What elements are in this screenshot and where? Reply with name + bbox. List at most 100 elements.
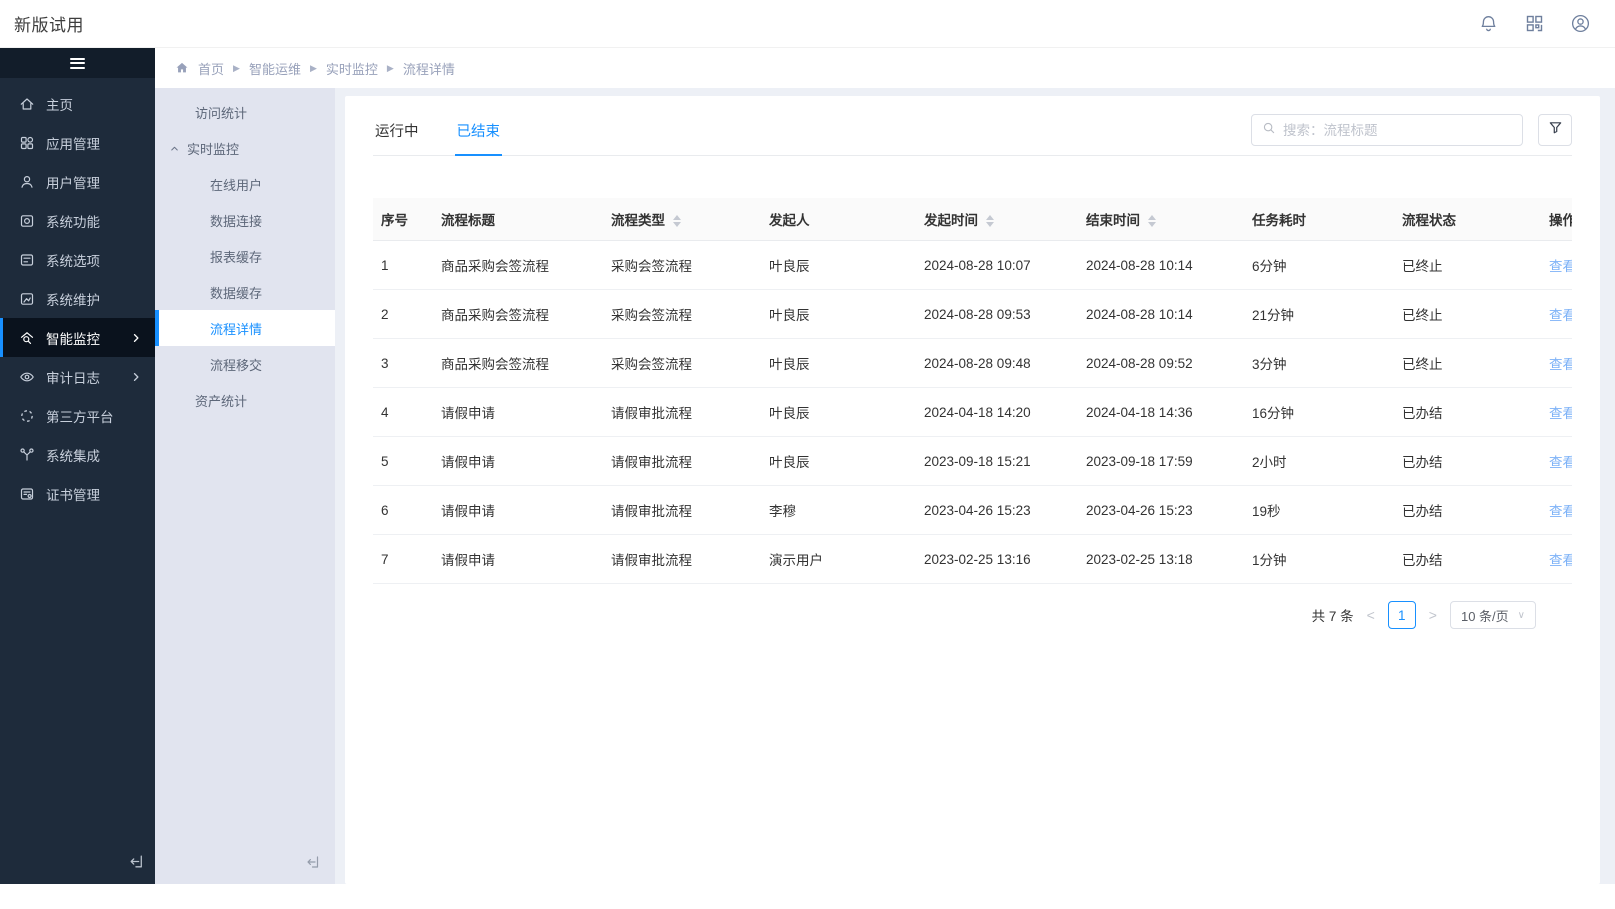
- submenu-collapse-icon[interactable]: [155, 844, 335, 884]
- filter-button[interactable]: [1538, 114, 1572, 146]
- submenu-item-visit-stats[interactable]: 访问统计: [155, 94, 335, 130]
- cell-initiator: 叶良辰: [761, 437, 916, 486]
- view-link[interactable]: 查看: [1549, 455, 1572, 470]
- pagination-next-button[interactable]: >: [1429, 607, 1437, 623]
- pagination-page-1[interactable]: 1: [1388, 601, 1416, 629]
- breadcrumb-separator: ▶: [310, 63, 317, 74]
- page-size-select[interactable]: 10 条/页 ∨: [1450, 601, 1536, 629]
- column-header-start_time[interactable]: 发起时间: [916, 198, 1078, 241]
- sort-icon[interactable]: [1148, 215, 1156, 227]
- submenu-item-label: 报表缓存: [210, 247, 262, 266]
- main-content: 运行中已结束: [335, 88, 1615, 884]
- sidebar-item-label: 系统功能: [46, 211, 100, 231]
- cell-type: 请假审批流程: [603, 437, 761, 486]
- breadcrumb-item[interactable]: 智能运维: [249, 59, 301, 78]
- table-horizontal-scrollbar[interactable]: 序号流程标题流程类型发起人发起时间结束时间任务耗时流程状态操作 1商品采购会签流…: [373, 198, 1572, 584]
- sidebar-collapse-icon[interactable]: [0, 843, 155, 884]
- sidebar-item-label: 审计日志: [46, 367, 100, 387]
- cell-status: 已办结: [1394, 535, 1541, 584]
- cell-action: 查看: [1541, 535, 1572, 584]
- chevron-up-icon: [169, 143, 180, 154]
- column-header-type[interactable]: 流程类型: [603, 198, 761, 241]
- sidebar-item-system-function[interactable]: 系统功能: [0, 201, 155, 240]
- cell-duration: 16分钟: [1244, 388, 1394, 437]
- view-link[interactable]: 查看: [1549, 553, 1572, 568]
- sidebar-item-label: 系统维护: [46, 289, 100, 309]
- submenu-item-data-connect[interactable]: 数据连接: [155, 202, 335, 238]
- submenu-item-process-handover[interactable]: 流程移交: [155, 346, 335, 382]
- search-input[interactable]: [1283, 123, 1512, 138]
- submenu-item-process-detail[interactable]: 流程详情: [155, 310, 335, 346]
- breadcrumb-item[interactable]: 首页: [198, 59, 224, 78]
- column-header-end_time[interactable]: 结束时间: [1078, 198, 1244, 241]
- chevron-right-icon: [130, 332, 142, 344]
- cell-title: 请假申请: [433, 535, 603, 584]
- column-header-duration: 任务耗时: [1244, 198, 1394, 241]
- cell-end_time: 2024-04-18 14:36: [1078, 388, 1244, 437]
- sidebar-item-system-options[interactable]: 系统选项: [0, 240, 155, 279]
- sidebar-item-cert-manage[interactable]: 证书管理: [0, 474, 155, 513]
- breadcrumb-item[interactable]: 实时监控: [326, 59, 378, 78]
- cell-start_time: 2023-09-18 15:21: [916, 437, 1078, 486]
- cell-status: 已终止: [1394, 241, 1541, 290]
- column-header-seq: 序号: [373, 198, 433, 241]
- cell-status: 已办结: [1394, 437, 1541, 486]
- cell-seq: 7: [373, 535, 433, 584]
- view-link[interactable]: 查看: [1549, 357, 1572, 372]
- breadcrumb-home-icon[interactable]: [175, 61, 189, 75]
- sidebar-item-home[interactable]: 主页: [0, 84, 155, 123]
- sort-icon[interactable]: [986, 215, 994, 227]
- user-avatar-icon[interactable]: [1570, 13, 1591, 34]
- chevron-down-icon: ∨: [1518, 610, 1525, 621]
- hamburger-menu-icon[interactable]: [70, 55, 85, 71]
- submenu-item-realtime-watch[interactable]: 实时监控: [155, 130, 335, 166]
- sidebar-item-system-integrate[interactable]: 系统集成: [0, 435, 155, 474]
- sidebar-item-system-maintain[interactable]: 系统维护: [0, 279, 155, 318]
- view-link[interactable]: 查看: [1549, 308, 1572, 323]
- submenu-item-online-users[interactable]: 在线用户: [155, 166, 335, 202]
- sidebar-item-label: 证书管理: [46, 484, 100, 504]
- cell-duration: 1分钟: [1244, 535, 1394, 584]
- sidebar-item-smart-monitor[interactable]: 智能监控: [0, 318, 155, 357]
- cell-initiator: 叶良辰: [761, 339, 916, 388]
- app-window: 新版试用 主页应用管理用户管理系统功能系统选项系统维护智能监控审计日志第三方平台…: [0, 0, 1615, 909]
- breadcrumb: 首页▶智能运维▶实时监控▶流程详情: [155, 48, 1615, 88]
- submenu-item-asset-stats[interactable]: 资产统计: [155, 382, 335, 418]
- view-link[interactable]: 查看: [1549, 406, 1572, 421]
- breadcrumb-item[interactable]: 流程详情: [403, 59, 455, 78]
- submenu-item-label: 在线用户: [210, 175, 262, 194]
- pagination-prev-button[interactable]: <: [1367, 607, 1375, 623]
- sidebar-item-user-manage[interactable]: 用户管理: [0, 162, 155, 201]
- view-link[interactable]: 查看: [1549, 259, 1572, 274]
- user-icon: [19, 174, 35, 190]
- cell-initiator: 叶良辰: [761, 388, 916, 437]
- tab-finished[interactable]: 已结束: [455, 102, 503, 155]
- body-row: 主页应用管理用户管理系统功能系统选项系统维护智能监控审计日志第三方平台系统集成证…: [0, 48, 1615, 884]
- cell-type: 请假审批流程: [603, 486, 761, 535]
- cell-type: 采购会签流程: [603, 339, 761, 388]
- cell-status: 已终止: [1394, 290, 1541, 339]
- top-header: 新版试用: [0, 0, 1615, 48]
- sidebar-item-third-party[interactable]: 第三方平台: [0, 396, 155, 435]
- content-row: 访问统计实时监控在线用户数据连接报表缓存数据缓存流程详情流程移交资产统计 运行中…: [155, 88, 1615, 884]
- sort-icon[interactable]: [673, 215, 681, 227]
- view-link[interactable]: 查看: [1549, 504, 1572, 519]
- toolbar: 运行中已结束: [373, 102, 1572, 156]
- integration-icon: [19, 447, 35, 463]
- sidebar-item-app-manage[interactable]: 应用管理: [0, 123, 155, 162]
- cell-title: 商品采购会签流程: [433, 241, 603, 290]
- sidebar-item-audit-log[interactable]: 审计日志: [0, 357, 155, 396]
- cell-status: 已办结: [1394, 486, 1541, 535]
- sysopt-icon: [19, 252, 35, 268]
- tab-running[interactable]: 运行中: [373, 102, 421, 155]
- column-header-initiator: 发起人: [761, 198, 916, 241]
- submenu-item-data-cache[interactable]: 数据缓存: [155, 274, 335, 310]
- notification-bell-icon[interactable]: [1478, 13, 1499, 34]
- sidebar-menu: 主页应用管理用户管理系统功能系统选项系统维护智能监控审计日志第三方平台系统集成证…: [0, 78, 155, 843]
- submenu-item-report-cache[interactable]: 报表缓存: [155, 238, 335, 274]
- cell-seq: 3: [373, 339, 433, 388]
- qrcode-icon[interactable]: [1524, 13, 1545, 34]
- search-box: [1251, 114, 1523, 146]
- cell-title: 请假申请: [433, 437, 603, 486]
- breadcrumb-separator: ▶: [387, 63, 394, 74]
